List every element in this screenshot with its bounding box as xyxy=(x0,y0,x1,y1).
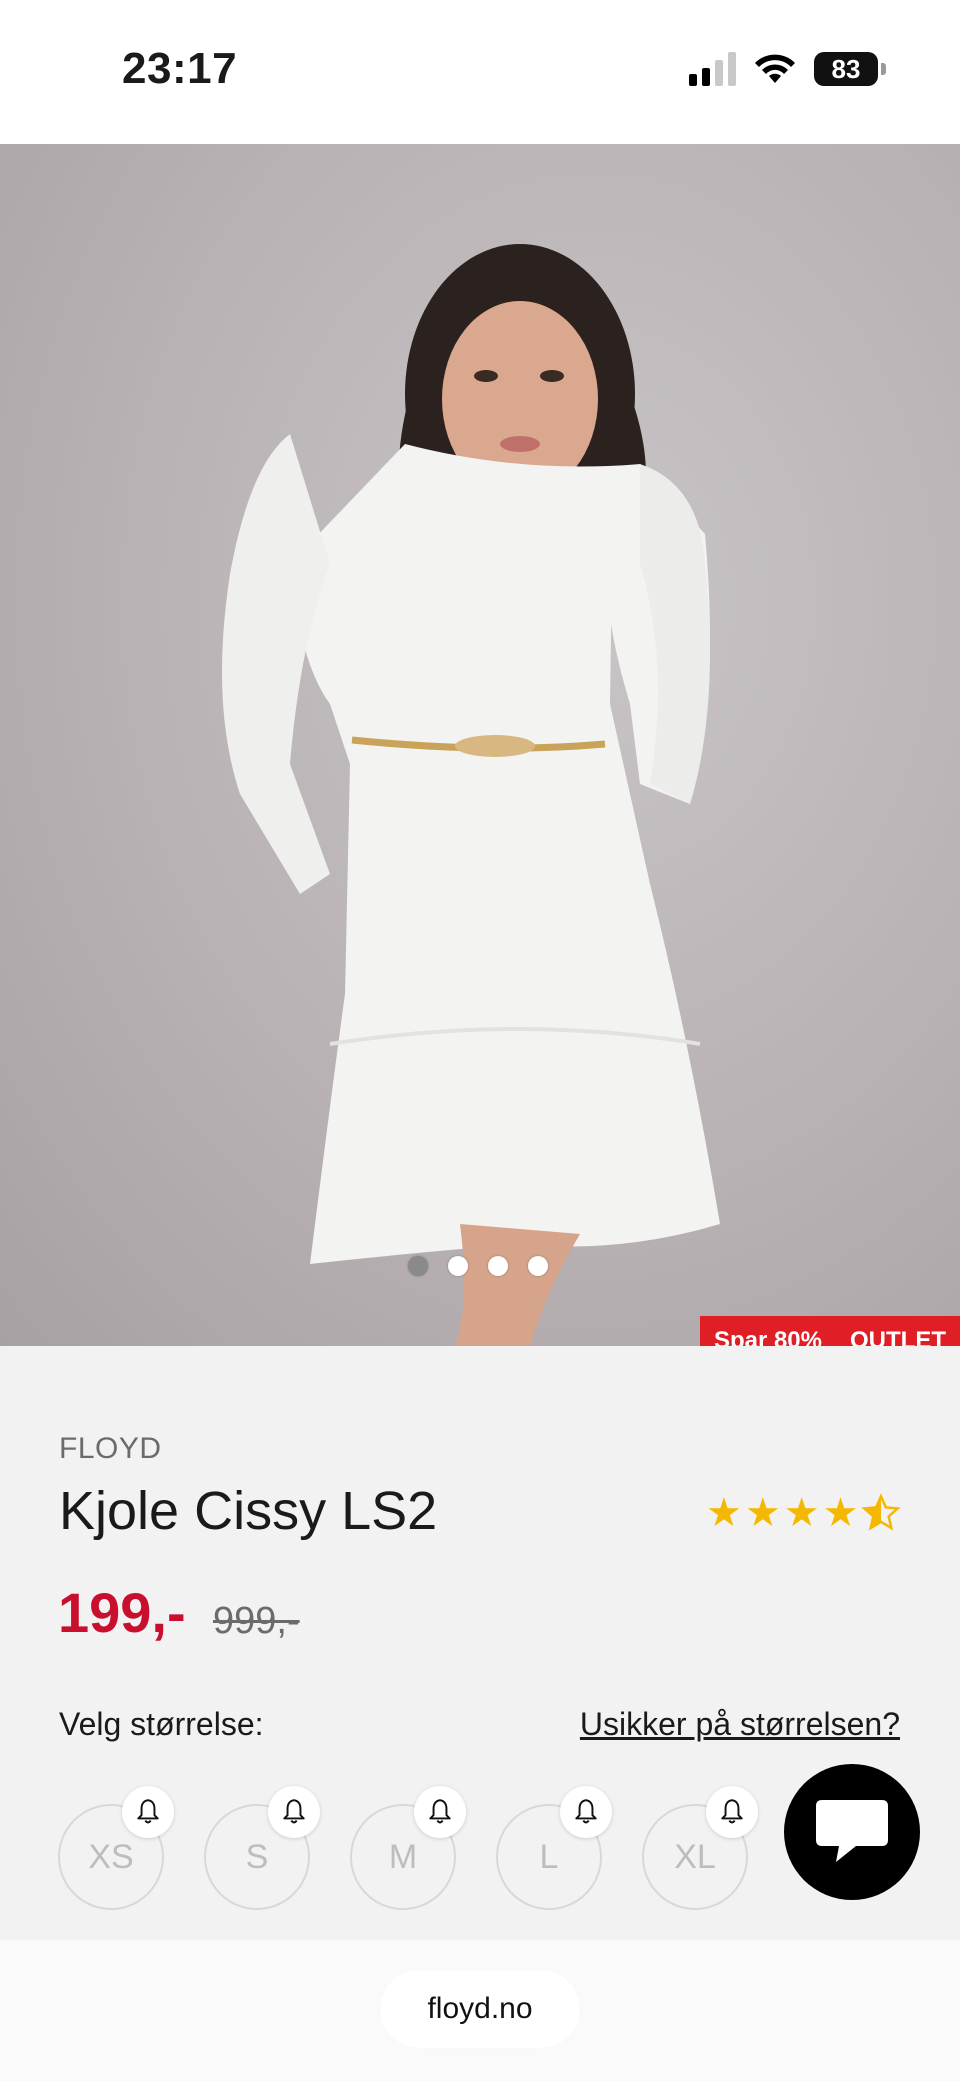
carousel-dot[interactable] xyxy=(448,1256,468,1276)
sale-badges: Spar 80% OUTLET xyxy=(699,1316,960,1346)
size-option-xs[interactable]: XS xyxy=(58,1786,174,1910)
size-option-l[interactable]: L xyxy=(496,1786,612,1910)
signal-icon xyxy=(689,52,736,86)
carousel-dots[interactable] xyxy=(408,1256,548,1276)
size-guide-link[interactable]: Usikker på størrelsen? xyxy=(580,1706,900,1743)
bell-icon[interactable] xyxy=(268,1786,320,1838)
bell-icon[interactable] xyxy=(414,1786,466,1838)
original-price: 999,- xyxy=(213,1600,300,1642)
address-bar[interactable]: floyd.no xyxy=(380,1970,580,2048)
carousel-dot[interactable] xyxy=(488,1256,508,1276)
status-icons: 83 xyxy=(689,52,886,86)
star-icon: ★ xyxy=(783,1491,820,1535)
sale-price: 199,- xyxy=(58,1581,186,1644)
product-title: Kjole Cissy LS2 xyxy=(59,1481,438,1541)
product-image[interactable]: Spar 80% OUTLET xyxy=(0,144,960,1346)
size-option-m[interactable]: M xyxy=(350,1786,466,1910)
star-icon: ★ xyxy=(822,1491,859,1535)
size-option-xl[interactable]: XL xyxy=(642,1786,758,1910)
product-rating[interactable]: ★ ★ ★ ★ xyxy=(706,1491,902,1535)
chat-icon xyxy=(816,1800,888,1862)
size-option-s[interactable]: S xyxy=(204,1786,320,1910)
product-photo xyxy=(222,244,720,1346)
status-time: 23:17 xyxy=(122,44,238,93)
battery-icon: 83 xyxy=(814,52,886,86)
product-brand[interactable]: FLOYD xyxy=(59,1432,162,1466)
size-options: XS S M L XL xyxy=(58,1786,758,1910)
wifi-icon xyxy=(755,54,795,83)
half-star-icon xyxy=(861,1493,902,1531)
chat-button[interactable] xyxy=(784,1764,920,1900)
star-icon: ★ xyxy=(744,1491,781,1535)
discount-badge: Spar 80% xyxy=(713,1327,822,1346)
star-icon: ★ xyxy=(706,1491,742,1535)
bell-icon[interactable] xyxy=(560,1786,612,1838)
carousel-dot[interactable] xyxy=(528,1256,548,1276)
size-label: XS xyxy=(88,1837,134,1876)
size-label: S xyxy=(245,1837,269,1876)
size-label: XL xyxy=(674,1837,716,1876)
status-bar: 23:17 83 xyxy=(0,0,960,144)
outlet-badge: OUTLET xyxy=(850,1327,946,1346)
carousel-dot[interactable] xyxy=(408,1256,428,1276)
size-label: L xyxy=(539,1837,559,1876)
browser-bottom-bar: floyd.no xyxy=(0,1940,960,2081)
size-label: M xyxy=(388,1837,418,1876)
bell-icon[interactable] xyxy=(122,1786,174,1838)
bell-icon[interactable] xyxy=(706,1786,758,1838)
size-select-label: Velg størrelse: xyxy=(59,1706,264,1742)
